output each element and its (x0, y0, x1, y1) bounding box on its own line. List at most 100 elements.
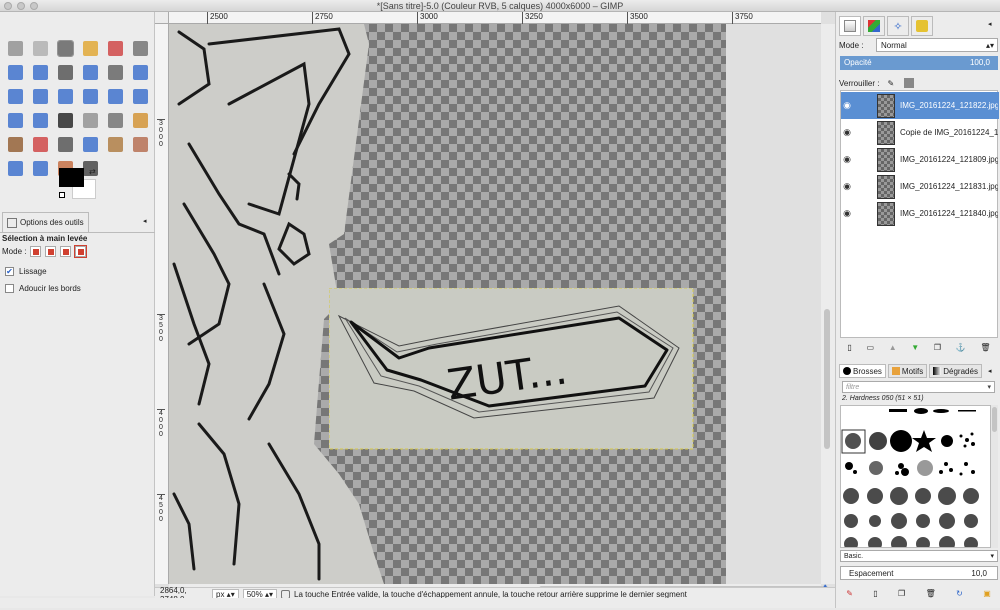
ruler-tick: 2500 (207, 12, 228, 24)
tab-paths[interactable]: ✧ (887, 16, 909, 36)
ellipse-select-tool[interactable] (28, 36, 53, 60)
text-tool[interactable] (53, 108, 78, 132)
tab-undo[interactable] (911, 16, 933, 36)
adoucir-checkbox[interactable]: Adoucir les bords (5, 284, 81, 293)
duplicate-layer-icon[interactable]: ❐ (934, 343, 941, 352)
canvas[interactable]: ZUT... (169, 24, 726, 584)
tab-patterns[interactable]: Motifs (887, 364, 928, 378)
heal-icon (133, 136, 148, 152)
delete-layer-icon[interactable]: 🗑 (980, 343, 990, 352)
layer-mode-select[interactable]: Normal ▴▾ (876, 38, 998, 52)
tab-channels[interactable] (863, 16, 885, 36)
new-layer-icon[interactable]: ▯ (847, 343, 851, 352)
lissage-checkbox[interactable]: ✔ Lissage (5, 267, 47, 276)
quick-mask-corner[interactable] (155, 12, 169, 24)
anchor-layer-icon[interactable]: ⚓ (956, 343, 966, 352)
flip-tool[interactable] (3, 108, 28, 132)
check-icon: ✔ (5, 267, 14, 276)
airbrush-tool[interactable] (53, 132, 78, 156)
ink-tool[interactable] (78, 132, 103, 156)
eraser-tool[interactable] (28, 132, 53, 156)
tab-brushes[interactable]: Brosses (839, 364, 886, 378)
zoom-tool[interactable] (78, 60, 103, 84)
perspective-tool[interactable] (128, 84, 153, 108)
measure-tool[interactable] (103, 60, 128, 84)
fuzzy-select-tool[interactable] (78, 36, 103, 60)
panel-menu-icon[interactable]: ◂ (143, 217, 147, 225)
edit-brush-icon[interactable]: ✎ (846, 589, 853, 598)
delete-brush-icon[interactable]: 🗑 (926, 589, 936, 598)
blur-tool[interactable] (28, 156, 53, 180)
lock-alpha-icon[interactable] (904, 78, 915, 88)
mode-intersect-button[interactable] (74, 245, 88, 258)
brush-scroll-thumb[interactable] (992, 407, 997, 432)
perspective-clone-tool[interactable] (3, 156, 28, 180)
vertical-scrollbar[interactable] (821, 24, 835, 584)
pencil-tool[interactable] (128, 108, 153, 132)
lower-layer-icon[interactable]: ▼ (911, 343, 919, 352)
rotate-tool[interactable] (53, 84, 78, 108)
eye-icon[interactable]: ◉ (841, 208, 853, 219)
lock-pixels-icon[interactable]: ✎ (887, 79, 894, 88)
eye-icon[interactable]: ◉ (841, 181, 853, 192)
foreground-select-tool[interactable] (3, 60, 28, 84)
horizontal-ruler: 2500275030003250350037504000 (169, 12, 858, 24)
layer-buttons: ▯ ▭ ▲ ▼ ❐ ⚓ 🗑 (840, 340, 998, 354)
layer-row[interactable]: ◉ IMG_20161224_121809.jpg (841, 146, 999, 173)
align-tool[interactable] (3, 84, 28, 108)
free-select-tool[interactable] (53, 36, 78, 60)
default-colors-icon[interactable] (59, 192, 65, 198)
eye-icon[interactable]: ◉ (841, 127, 853, 138)
rect-select-tool[interactable] (3, 36, 28, 60)
raise-layer-icon[interactable]: ▲ (889, 343, 897, 352)
eye-icon[interactable]: ◉ (841, 100, 853, 111)
vertical-scroll-thumb[interactable] (824, 309, 830, 449)
layer-row[interactable]: ◉ Copie de IMG_20161224_121822.jpg (841, 119, 999, 146)
heal-tool[interactable] (128, 132, 153, 156)
brush-grid (840, 405, 991, 548)
brush-preset-select[interactable]: Basic. ▾ (840, 550, 998, 562)
layer-row[interactable]: ◉ IMG_20161224_121822.jpg (841, 92, 999, 119)
tab-gradients[interactable]: Dégradés (929, 364, 982, 378)
brush-scrollbar[interactable] (991, 405, 998, 548)
open-as-image-icon[interactable]: ▣ (983, 589, 991, 598)
zoom-icon (83, 64, 98, 80)
mode-replace-button[interactable] (30, 246, 42, 257)
layer-row[interactable]: ◉ IMG_20161224_121831.jpg (841, 173, 999, 200)
paths-tool[interactable] (28, 60, 53, 84)
opacity-slider[interactable]: Opacité 100,0 (840, 56, 998, 70)
color-select-tool[interactable] (103, 36, 128, 60)
scissors-select-tool[interactable] (128, 36, 153, 60)
scale-tool[interactable] (78, 84, 103, 108)
cage-tool[interactable] (28, 108, 53, 132)
color-picker-tool[interactable] (53, 60, 78, 84)
tab-tool-options[interactable]: Options des outils (2, 212, 89, 232)
pattern-icon (891, 367, 900, 375)
mode-add-button[interactable] (45, 246, 57, 257)
layer-name: IMG_20161224_121831.jpg (900, 182, 998, 191)
bucket-fill-tool[interactable] (78, 108, 103, 132)
new-brush-icon[interactable]: ▯ (873, 589, 877, 598)
blend-tool[interactable] (103, 108, 128, 132)
clone-tool[interactable] (103, 132, 128, 156)
foreground-color[interactable] (59, 168, 84, 187)
tab-layers[interactable] (839, 16, 861, 36)
move-tool[interactable] (128, 60, 153, 84)
dock-menu-icon[interactable]: ◂ (988, 20, 992, 28)
refresh-brushes-icon[interactable]: ↻ (956, 589, 963, 598)
eye-icon[interactable]: ◉ (841, 154, 853, 165)
chevron-down-icon: ▾ (987, 384, 991, 391)
crop-tool[interactable] (28, 84, 53, 108)
layer-row[interactable]: ◉ IMG_20161224_121840.jpg (841, 200, 999, 227)
mode-subtract-button[interactable] (60, 246, 72, 257)
paintbrush-tool[interactable] (3, 132, 28, 156)
brush-menu-icon[interactable]: ◂ (988, 367, 992, 375)
perspective-clone-icon (8, 160, 23, 176)
spacing-slider[interactable]: Espacement 10,0 (840, 566, 998, 580)
layer-name: IMG_20161224_121840.jpg (900, 209, 998, 218)
duplicate-brush-icon[interactable]: ❐ (898, 589, 905, 598)
new-layer-group-icon[interactable]: ▭ (866, 343, 874, 352)
brush-filter-input[interactable]: filtre ▾ (842, 381, 995, 393)
shear-tool[interactable] (103, 84, 128, 108)
swap-colors-icon[interactable]: ⇄ (89, 167, 96, 176)
